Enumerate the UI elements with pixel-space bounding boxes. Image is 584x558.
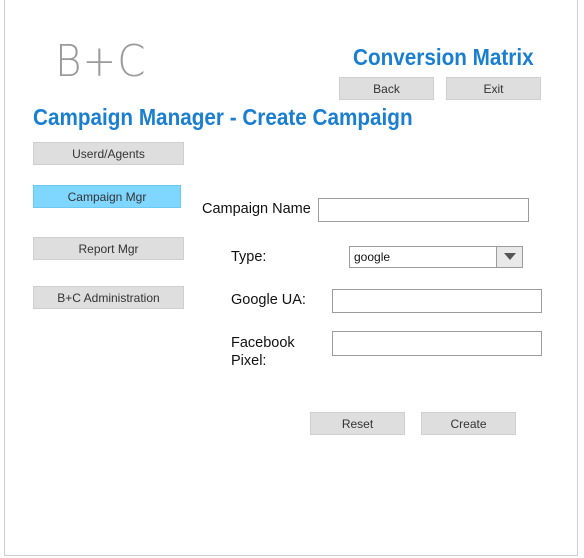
sidebar-item-report-mgr[interactable]: Report Mgr [33, 237, 184, 260]
reset-button[interactable]: Reset [310, 412, 405, 435]
brand-logo: B+C [55, 36, 147, 87]
campaign-name-input[interactable] [318, 198, 529, 222]
google-ua-label: Google UA: [231, 292, 306, 308]
facebook-pixel-label: Facebook Pixel: [231, 334, 295, 370]
page-title: Campaign Manager - Create Campaign [33, 104, 413, 130]
app-title: Conversion Matrix [353, 44, 534, 70]
type-label: Type: [231, 249, 267, 265]
back-button[interactable]: Back [339, 77, 434, 100]
campaign-name-label: Campaign Name [202, 201, 311, 217]
facebook-pixel-label-line1: Facebook [231, 335, 295, 351]
sidebar-item-campaign-mgr[interactable]: Campaign Mgr [33, 185, 181, 208]
sidebar-item-users-agents[interactable]: Userd/Agents [33, 142, 184, 165]
type-select-value: google [354, 250, 391, 264]
chevron-down-icon[interactable] [496, 247, 522, 267]
facebook-pixel-input[interactable] [332, 331, 542, 356]
google-ua-input[interactable] [332, 289, 542, 313]
type-select[interactable]: google [349, 246, 523, 268]
sidebar-item-administration[interactable]: B+C Administration [33, 286, 184, 309]
facebook-pixel-label-line2: Pixel: [231, 353, 267, 369]
create-button[interactable]: Create [421, 412, 516, 435]
exit-button[interactable]: Exit [446, 77, 541, 100]
